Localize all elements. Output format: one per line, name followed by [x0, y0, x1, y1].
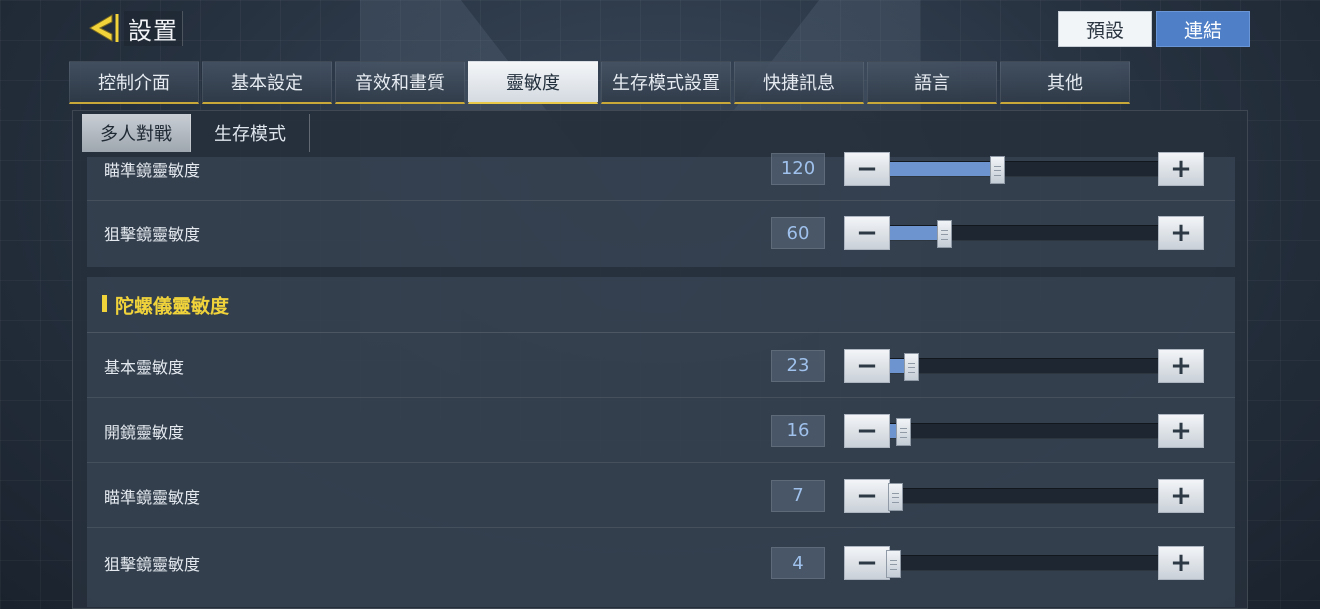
slider-track[interactable]: [890, 417, 1158, 446]
tab-survival-settings[interactable]: 生存模式設置: [601, 61, 731, 104]
setting-row: 瞄準鏡靈敏度 120 − +: [87, 137, 1235, 201]
tab-sensitivity[interactable]: 靈敏度: [468, 61, 598, 104]
main-tab-bar: 控制介面 基本設定 音效和畫質 靈敏度 生存模式設置 快捷訊息 語言 其他: [69, 61, 1130, 104]
setting-row: 狙擊鏡靈敏度 60 − +: [87, 201, 1235, 265]
setting-label: 狙擊鏡靈敏度: [104, 225, 201, 244]
slider-handle[interactable]: [904, 352, 920, 381]
screen-edge-arc: [0, 30, 12, 110]
slider-track[interactable]: [890, 352, 1158, 381]
slider-handle[interactable]: [936, 220, 952, 248]
slider-track[interactable]: [885, 550, 1158, 578]
default-button[interactable]: 預設: [1058, 11, 1152, 47]
slider-fill: [890, 161, 998, 176]
decrease-button[interactable]: −: [844, 216, 890, 250]
section-header: 陀螺儀靈敏度: [87, 277, 1235, 333]
decrease-button[interactable]: −: [844, 478, 890, 513]
setting-row: 基本靈敏度 23 − +: [87, 334, 1235, 398]
increase-button[interactable]: +: [1158, 216, 1204, 250]
setting-row: 瞄準鏡靈敏度 7 − +: [87, 464, 1235, 528]
increase-button[interactable]: +: [1158, 348, 1204, 383]
decrease-button[interactable]: −: [844, 546, 890, 580]
setting-value: 120: [771, 152, 825, 185]
setting-row: 開鏡靈敏度 16 − +: [87, 399, 1235, 463]
decrease-button[interactable]: −: [844, 151, 890, 186]
slider-track[interactable]: [890, 220, 1158, 248]
gyro-sensitivity-block: 陀螺儀靈敏度 基本靈敏度 23 − + 開鏡靈敏度 16 − + 瞄準鏡靈敏度 …: [87, 277, 1235, 607]
setting-label: 基本靈敏度: [104, 357, 185, 377]
section-marker: [102, 295, 107, 312]
setting-value: 7: [771, 479, 825, 512]
decrease-button[interactable]: −: [844, 348, 890, 383]
scope-sensitivity-block: 瞄準鏡靈敏度 120 − + 狙擊鏡靈敏度 60 − +: [87, 151, 1235, 267]
setting-row: 狙擊鏡靈敏度 4 − +: [87, 531, 1235, 595]
settings-panel: 多人對戰 生存模式 瞄準鏡靈敏度 120 − + 狙擊鏡靈敏度 60 − + 陀…: [72, 110, 1248, 609]
increase-button[interactable]: +: [1158, 413, 1204, 448]
back-arrow-icon: [89, 14, 119, 42]
setting-label: 狙擊鏡靈敏度: [104, 555, 201, 574]
setting-value: 60: [771, 217, 825, 249]
setting-label: 瞄準鏡靈敏度: [104, 487, 201, 507]
tab-basic-settings[interactable]: 基本設定: [202, 61, 332, 104]
section-title: 陀螺儀靈敏度: [115, 295, 230, 317]
tab-other[interactable]: 其他: [1000, 61, 1130, 104]
slider-fill: [890, 226, 944, 240]
increase-button[interactable]: +: [1158, 478, 1204, 513]
decrease-button[interactable]: −: [844, 413, 890, 448]
tab-control-ui[interactable]: 控制介面: [69, 61, 199, 104]
tab-language[interactable]: 語言: [867, 61, 997, 104]
increase-button[interactable]: +: [1158, 546, 1204, 580]
slider-handle[interactable]: [885, 550, 901, 578]
slider-handle[interactable]: [888, 482, 904, 511]
tab-audio-graphics[interactable]: 音效和畫質: [335, 61, 465, 104]
setting-label: 瞄準鏡靈敏度: [104, 160, 201, 180]
slider-track[interactable]: [890, 155, 1158, 184]
slider-handle[interactable]: [990, 155, 1006, 184]
slider-handle[interactable]: [896, 417, 912, 446]
link-button[interactable]: 連結: [1156, 11, 1250, 47]
setting-value: 23: [771, 349, 825, 382]
setting-value: 4: [771, 547, 825, 579]
tab-quick-messages[interactable]: 快捷訊息: [734, 61, 864, 104]
back-button[interactable]: 設置: [86, 10, 183, 46]
page-title: 設置: [124, 10, 183, 46]
setting-value: 16: [771, 414, 825, 447]
setting-label: 開鏡靈敏度: [104, 422, 185, 442]
slider-track[interactable]: [888, 482, 1158, 511]
increase-button[interactable]: +: [1158, 151, 1204, 186]
